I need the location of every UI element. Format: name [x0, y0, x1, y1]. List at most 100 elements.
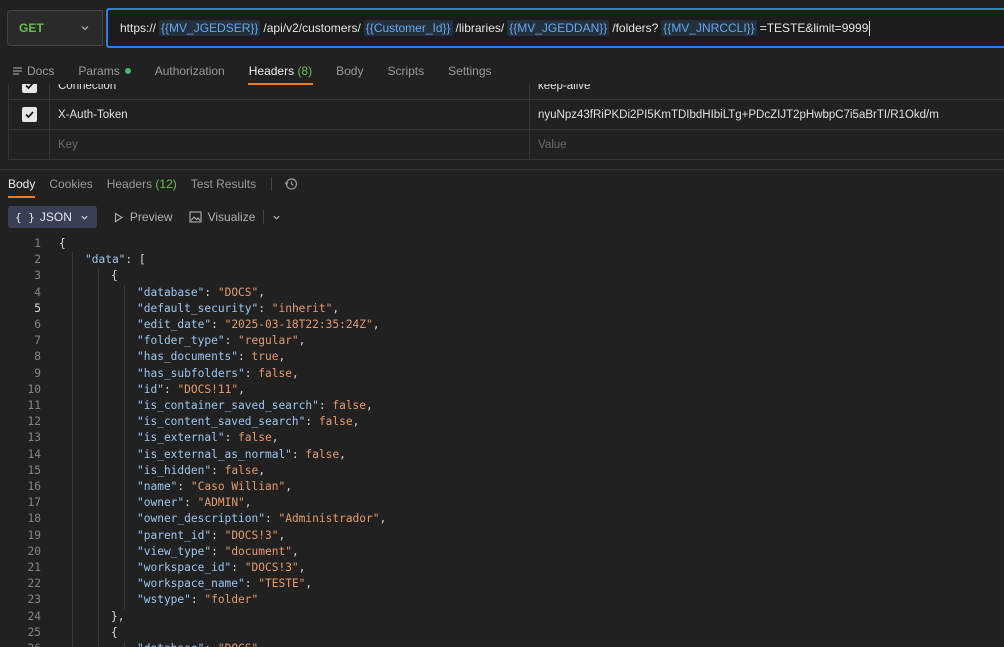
- code-text: "data": [: [85, 252, 146, 268]
- history-icon[interactable]: [284, 177, 298, 191]
- line-number: 8: [34, 350, 41, 364]
- code-token: "DOCS!3": [224, 528, 279, 542]
- request-tabs: Docs Params Authorization Headers (8) Bo…: [0, 58, 1004, 85]
- code-line: 8 "has_documents": true,: [0, 349, 1004, 365]
- code-token: "regular": [238, 334, 299, 348]
- code-token: :: [231, 561, 245, 574]
- format-label: JSON: [39, 210, 72, 224]
- tab-docs-label: Docs: [27, 64, 55, 78]
- code-text: {: [111, 268, 118, 284]
- code-token: {: [111, 625, 118, 639]
- code-token: :: [238, 350, 252, 364]
- response-format-bar: { } JSON Preview Visualize: [8, 206, 281, 228]
- format-select[interactable]: { } JSON: [8, 206, 97, 228]
- check-icon: [24, 111, 34, 119]
- code-token: :: [244, 577, 259, 591]
- line-number: 5: [34, 301, 41, 315]
- code-token: "owner_description": [137, 512, 265, 526]
- code-text: "is_external": false,: [137, 430, 278, 446]
- preview-button[interactable]: Preview: [113, 210, 173, 224]
- code-line: 10 "id": "DOCS!11",: [0, 382, 1004, 398]
- line-number: 26: [0, 641, 41, 647]
- code-token: "document": [224, 544, 292, 558]
- code-token: ,: [291, 544, 299, 558]
- visualize-label: Visualize: [207, 210, 256, 224]
- code-token: ,: [278, 528, 286, 542]
- code-line: 11 "is_container_saved_search": false,: [0, 398, 1004, 414]
- tab-params[interactable]: Params: [66, 58, 142, 84]
- line-number: 2: [34, 253, 41, 267]
- method-select[interactable]: GET: [7, 10, 103, 46]
- code-line: 20 "view_type": "document",: [0, 544, 1004, 560]
- header-value[interactable]: keep-alive: [530, 84, 1004, 100]
- code-token: "owner": [137, 496, 185, 510]
- panel-divider[interactable]: [0, 169, 1004, 170]
- code-token: :: [177, 480, 191, 493]
- header-key-input[interactable]: Key: [50, 130, 530, 159]
- code-token: "parent_id": [137, 528, 212, 542]
- line-number: 4: [34, 285, 41, 299]
- code-token: :: [244, 366, 259, 380]
- code-token: "view_type": [137, 544, 212, 558]
- line-number: 25: [27, 625, 41, 639]
- code-token: "has_documents": [137, 350, 239, 364]
- line-number: 9: [34, 366, 41, 380]
- header-enable-checkbox[interactable]: [21, 107, 37, 122]
- header-row: Connection i keep-alive: [9, 84, 1004, 100]
- code-text: {: [59, 236, 66, 252]
- header-value[interactable]: nyuNpz43fRiPKDi2PI5KmTDIbdHIbiLTg+PDcZIJ…: [530, 100, 1004, 129]
- code-token: "has_subfolders": [137, 366, 245, 380]
- code-line: 4 "database": "DOCS",: [0, 285, 1004, 301]
- url-variable[interactable]: {{MV_JGEDDAN}}: [507, 20, 610, 36]
- tab-scripts-label: Scripts: [387, 64, 425, 78]
- code-token: false: [224, 463, 259, 477]
- code-text: "is_hidden": false,: [137, 463, 265, 479]
- header-key[interactable]: Connection i: [50, 84, 530, 100]
- tab-settings[interactable]: Settings: [436, 58, 503, 84]
- response-tabs: Body Cookies Headers (12) Test Results: [0, 172, 298, 198]
- url-variable[interactable]: {{Customer_Id}}: [363, 20, 453, 36]
- line-number: 12: [27, 415, 41, 429]
- url-segment: /api/v2/customers/: [263, 21, 361, 35]
- header-key-text: X-Auth-Token: [58, 108, 128, 121]
- chevron-down-icon[interactable]: [272, 213, 281, 222]
- response-tab-body-label: Body: [8, 177, 36, 191]
- url-variable[interactable]: {{MV_JNRCCLI}}: [661, 20, 757, 36]
- header-value-input[interactable]: Value: [530, 130, 1004, 159]
- response-tab-test-results-label: Test Results: [190, 177, 257, 191]
- tab-docs[interactable]: Docs: [0, 58, 66, 84]
- code-token: "is_content_saved_search": [137, 415, 306, 429]
- code-line: 3{: [0, 268, 1004, 284]
- tab-scripts[interactable]: Scripts: [375, 58, 436, 84]
- code-text: "database": "DOCS",: [137, 641, 265, 647]
- code-line: 23 "wstype": "folder": [0, 592, 1004, 608]
- url-input[interactable]: https:// {{MV_JGEDSER}} /api/v2/customer…: [106, 8, 1004, 48]
- check-icon: [24, 84, 33, 90]
- response-tab-body[interactable]: Body: [0, 172, 42, 198]
- tab-body[interactable]: Body: [324, 58, 375, 84]
- code-token: :: [163, 382, 178, 396]
- header-enable-checkbox[interactable]: [21, 84, 37, 93]
- chevron-down-icon: [81, 26, 89, 31]
- header-key[interactable]: X-Auth-Token: [50, 100, 530, 129]
- visualize-button[interactable]: Visualize: [189, 210, 256, 224]
- code-token: ,: [305, 577, 313, 591]
- code-token: "folder": [204, 593, 259, 607]
- code-token: "DOCS": [218, 642, 258, 647]
- response-tab-headers[interactable]: Headers (12): [100, 172, 184, 196]
- tab-headers[interactable]: Headers (8): [237, 58, 324, 85]
- code-token: ,: [372, 318, 380, 331]
- url-variable[interactable]: {{MV_JGEDSER}}: [159, 20, 261, 36]
- line-number: 10: [27, 382, 41, 396]
- code-token: "workspace_name": [137, 577, 245, 591]
- tab-authorization[interactable]: Authorization: [143, 58, 237, 84]
- code-token: "Administrador": [278, 512, 380, 526]
- indent-guide: [98, 268, 99, 647]
- url-segment: /folders?: [612, 21, 659, 35]
- code-line: 1{: [0, 236, 1004, 252]
- response-tab-test-results[interactable]: Test Results: [184, 172, 263, 196]
- code-token: : [: [125, 253, 146, 267]
- response-body-viewer[interactable]: 1{2 "data": [3{4 "database": "DOCS", 5 "defa…: [0, 235, 1004, 647]
- response-tab-cookies[interactable]: Cookies: [42, 172, 99, 196]
- line-number: 1: [34, 237, 41, 250]
